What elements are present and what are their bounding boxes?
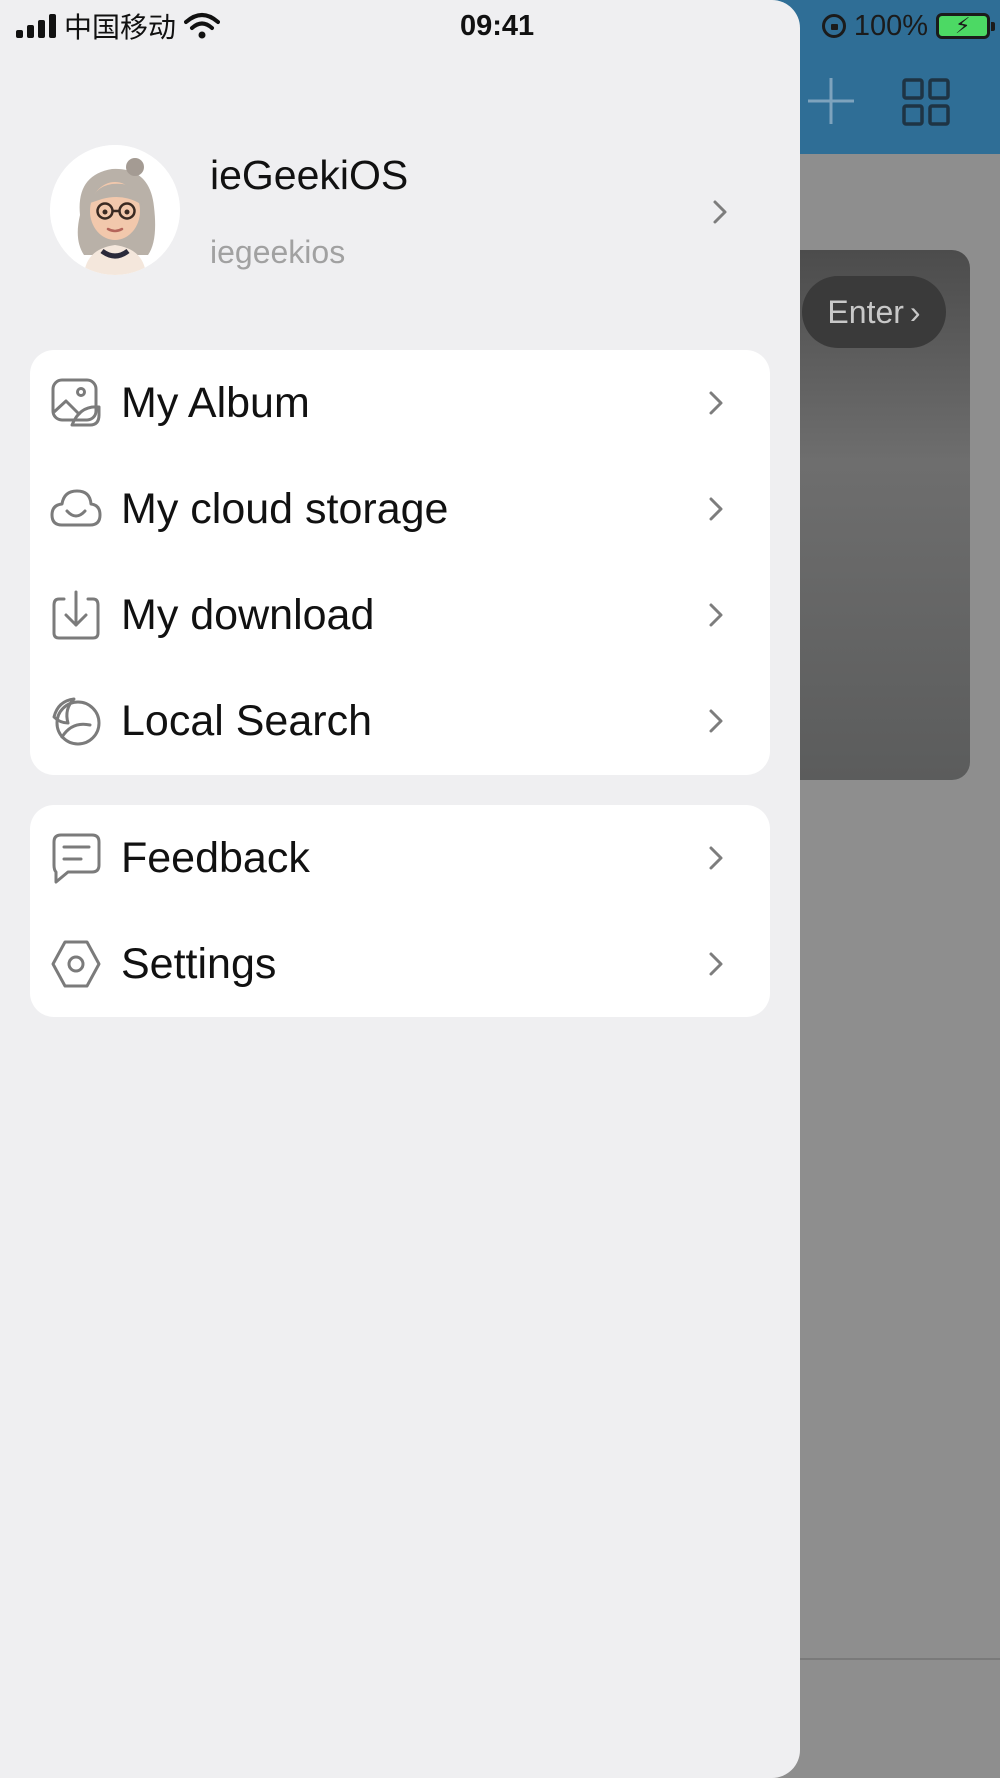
menu-group-primary: My Album My cloud storage My download Lo… xyxy=(30,350,770,775)
menu-item-my-album[interactable]: My Album xyxy=(30,350,770,456)
menu-item-label: Feedback xyxy=(121,834,310,882)
chevron-right-icon xyxy=(709,709,723,733)
add-icon[interactable] xyxy=(806,76,856,126)
menu-item-feedback[interactable]: Feedback xyxy=(30,805,770,911)
battery-percent: 100% xyxy=(853,9,928,42)
status-bar-left: 中国移动 xyxy=(16,6,221,46)
menu-item-label: Local Search xyxy=(121,697,372,745)
chevron-right-icon xyxy=(709,846,723,870)
avatar-illustration xyxy=(50,145,180,275)
status-time: 09:41 xyxy=(460,10,535,42)
download-icon xyxy=(52,590,100,640)
album-icon xyxy=(51,378,101,427)
enter-label: Enter xyxy=(827,293,904,330)
wifi-icon xyxy=(184,13,221,39)
profile-username: iegeekios xyxy=(210,234,346,270)
chevron-right-icon: › xyxy=(909,293,921,330)
menu-item-local-search[interactable]: Local Search xyxy=(30,668,770,774)
enter-button[interactable]: Enter › xyxy=(802,276,946,348)
cellular-signal-icon xyxy=(16,14,56,38)
carrier-name: 中国移动 xyxy=(64,12,177,43)
avatar[interactable] xyxy=(50,145,180,275)
menu-item-settings[interactable]: Settings xyxy=(30,911,770,1017)
chevron-right-icon xyxy=(709,603,723,627)
divider xyxy=(780,1658,1000,1660)
side-drawer: 中国移动 09:41 ieGeekiOS iegeekios My Album … xyxy=(0,0,800,1778)
chevron-right-icon xyxy=(713,200,727,224)
profile-row[interactable]: ieGeekiOS iegeekios xyxy=(0,140,800,290)
menu-item-my-download[interactable]: My download xyxy=(30,562,770,668)
chevron-right-icon xyxy=(709,497,723,521)
chevron-right-icon xyxy=(709,391,723,415)
menu-group-secondary: Feedback Settings xyxy=(30,805,770,1017)
menu-item-label: Settings xyxy=(121,940,277,988)
feedback-icon xyxy=(52,833,101,884)
orientation-lock-icon xyxy=(821,14,846,38)
battery-icon: ⚡ xyxy=(936,13,995,39)
menu-item-label: My Album xyxy=(121,379,310,427)
menu-item-label: My download xyxy=(121,591,375,639)
grid-view-icon[interactable] xyxy=(902,78,950,126)
screen: 100% ⚡ Enter › 中国移动 09:41 ieGeekiOS iege… xyxy=(0,0,1000,1778)
settings-icon xyxy=(51,940,101,988)
profile-name: ieGeekiOS xyxy=(210,152,409,198)
status-bar-right: 100% ⚡ xyxy=(821,6,995,46)
menu-item-my-cloud-storage[interactable]: My cloud storage xyxy=(30,456,770,562)
local-search-icon xyxy=(52,697,101,746)
cloud-icon xyxy=(50,489,102,527)
chevron-right-icon xyxy=(709,952,723,976)
menu-item-label: My cloud storage xyxy=(121,485,449,533)
